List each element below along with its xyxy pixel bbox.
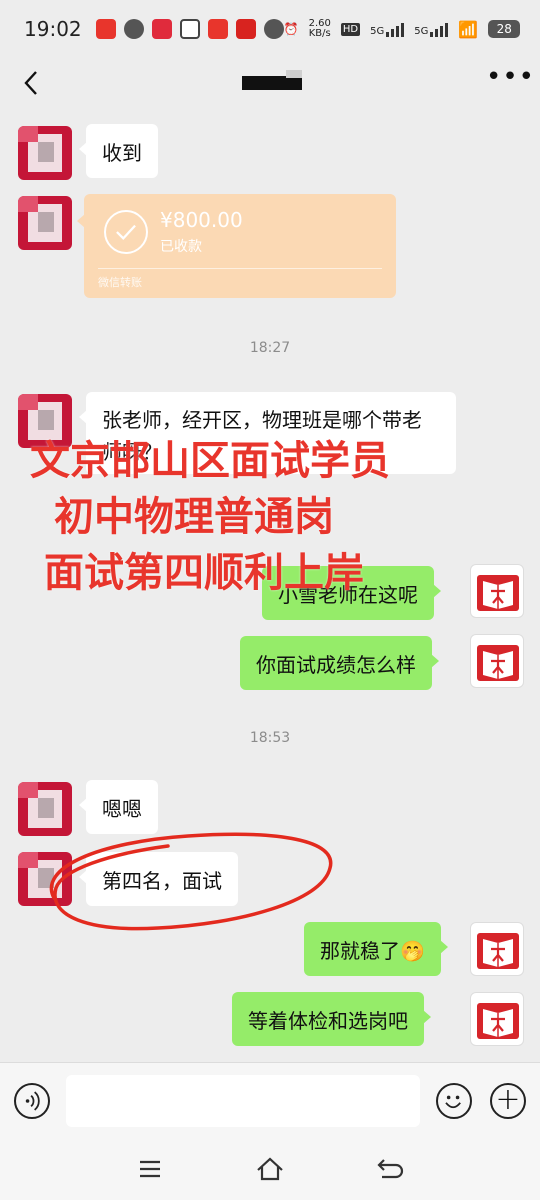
- message-bubble-sent[interactable]: 等着体检和选岗吧: [232, 992, 431, 1046]
- emoji-icon[interactable]: [436, 1083, 472, 1119]
- system-nav-bar: [0, 1138, 540, 1200]
- overlay-line: 文京邯山区面试学员: [30, 437, 390, 484]
- back-arrow-icon[interactable]: [18, 66, 48, 100]
- message-input[interactable]: [66, 1075, 420, 1127]
- wifi-icon: 📶: [458, 19, 479, 39]
- red-circle-annotation: [49, 832, 333, 931]
- divider: [98, 268, 382, 269]
- message-bubble-sent[interactable]: 你面试成绩怎么样: [240, 636, 439, 690]
- transfer-status: 已收款: [160, 239, 202, 255]
- menu-icon[interactable]: [134, 1154, 166, 1184]
- input-bar: +: [0, 1062, 540, 1138]
- red-book-logo-icon: [477, 1003, 519, 1039]
- status-time: 19:02: [24, 17, 82, 41]
- status-right: ⏰ 2.60 KB/s HD 5G 5G 📶 28: [284, 19, 521, 39]
- more-options-icon[interactable]: •••: [486, 64, 534, 96]
- red-book-logo-icon: [477, 575, 519, 611]
- hd-icon: HD: [340, 22, 361, 36]
- message-text: 收到: [102, 140, 142, 165]
- message-text: 你面试成绩怎么样: [256, 652, 416, 677]
- back-nav-icon[interactable]: [374, 1154, 406, 1184]
- my-avatar[interactable]: [470, 634, 524, 688]
- my-avatar[interactable]: [470, 922, 524, 976]
- my-avatar[interactable]: [470, 564, 524, 618]
- timestamp: 18:27: [249, 340, 291, 356]
- home-icon[interactable]: [254, 1154, 286, 1184]
- plus-icon[interactable]: +: [490, 1083, 526, 1119]
- status-bar: 19:02 ⏰ 2.60 KB/s HD 5G 5G 📶 28: [0, 0, 540, 58]
- message-text: 那就稳了🤭: [320, 938, 425, 963]
- signal-icon: 5G: [370, 21, 405, 37]
- network-speed: 2.60 KB/s: [308, 18, 331, 39]
- app-notification-icon: [95, 19, 116, 39]
- chat-header: •••: [0, 58, 540, 108]
- message-text: 嗯嗯: [102, 796, 142, 821]
- overlay-line: 初中物理普通岗: [54, 493, 334, 540]
- timestamp: 18:53: [249, 730, 291, 746]
- red-book-logo-icon: [477, 645, 519, 681]
- message-text: 等着体检和选岗吧: [248, 1008, 408, 1033]
- battery-icon: 28: [488, 20, 521, 38]
- app-notification-icon: [123, 19, 144, 39]
- app-notification-icon: [151, 19, 172, 39]
- voice-input-icon[interactable]: [14, 1083, 50, 1119]
- transfer-footer: 微信转账: [98, 276, 142, 289]
- overlay-line: 面试第四顺利上岸: [44, 549, 364, 596]
- app-notification-icon: [235, 19, 256, 39]
- notification-icons: [95, 19, 284, 39]
- transfer-amount: ¥800.00: [160, 208, 243, 232]
- app-notification-icon: [179, 19, 200, 39]
- red-book-logo-icon: [477, 933, 519, 969]
- checkmark-icon: [104, 210, 148, 254]
- contact-avatar[interactable]: [18, 196, 72, 250]
- transfer-card[interactable]: ¥800.00 已收款 微信转账: [77, 194, 396, 298]
- signal-icon: 5G: [414, 21, 449, 37]
- my-avatar[interactable]: [470, 992, 524, 1046]
- message-bubble-received[interactable]: 嗯嗯: [79, 780, 158, 834]
- redacted-title: [242, 76, 302, 90]
- app-notification-icon: [207, 19, 228, 39]
- message-bubble-received[interactable]: 收到: [79, 124, 158, 178]
- contact-avatar[interactable]: [18, 126, 72, 180]
- redacted-title: [286, 70, 302, 78]
- chat-bubble-icon: [263, 19, 284, 39]
- alarm-icon: ⏰: [283, 22, 299, 36]
